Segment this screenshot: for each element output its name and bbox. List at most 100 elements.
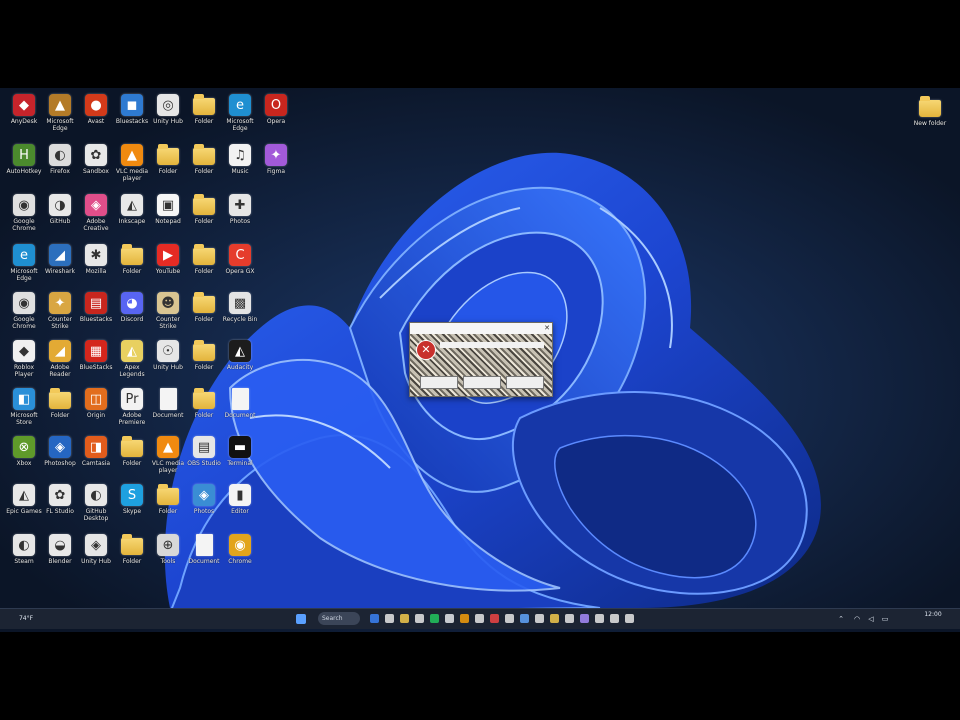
desktop-icon[interactable]: ◉ Chrome bbox=[222, 532, 258, 576]
desktop-icon[interactable]: O Opera bbox=[258, 92, 294, 136]
taskbar-app-icon[interactable] bbox=[490, 614, 499, 623]
desktop-icon[interactable]: ☻ Counter Strike bbox=[150, 290, 186, 334]
desktop-icon[interactable]: Folder bbox=[42, 386, 78, 430]
desktop-icon[interactable]: ◐ Steam bbox=[6, 532, 42, 576]
taskbar-app-icon[interactable] bbox=[400, 614, 409, 623]
desktop-icon[interactable]: Folder bbox=[186, 386, 222, 430]
desktop-icon[interactable]: ▩ Recycle Bin bbox=[222, 290, 258, 334]
desktop-icon[interactable]: Folder bbox=[186, 92, 222, 136]
desktop-icon[interactable]: ⊕ Tools bbox=[150, 532, 186, 576]
desktop-icon[interactable]: ✚ Photos bbox=[222, 192, 258, 236]
desktop-icon[interactable]: ◕ Discord bbox=[114, 290, 150, 334]
taskbar-app-icon[interactable] bbox=[595, 614, 604, 623]
taskbar-app-icon[interactable] bbox=[415, 614, 424, 623]
desktop-icon[interactable]: ✦ Counter Strike bbox=[42, 290, 78, 334]
desktop-icon[interactable]: ⊗ Xbox bbox=[6, 434, 42, 478]
desktop-icon[interactable]: ◒ Blender bbox=[42, 532, 78, 576]
desktop-icon[interactable]: ◑ GitHub bbox=[42, 192, 78, 236]
desktop-icon[interactable]: H AutoHotkey bbox=[6, 142, 42, 186]
dialog-button-3[interactable] bbox=[506, 376, 544, 389]
wifi-icon[interactable]: ◠ bbox=[852, 613, 862, 625]
desktop-icon[interactable]: Document bbox=[222, 386, 258, 430]
desktop-icon[interactable]: ● Avast bbox=[78, 92, 114, 136]
desktop-icon[interactable]: e Microsoft Edge bbox=[222, 92, 258, 136]
desktop-icon[interactable]: ◈ Photos bbox=[186, 482, 222, 526]
desktop-icon[interactable]: ✿ FL Studio bbox=[42, 482, 78, 526]
desktop-icon[interactable]: ▶ YouTube bbox=[150, 242, 186, 286]
taskbar-app-icon[interactable] bbox=[610, 614, 619, 623]
desktop-icon[interactable]: Folder bbox=[114, 434, 150, 478]
desktop-icon[interactable]: ✿ Sandbox bbox=[78, 142, 114, 186]
tray-clock[interactable]: 12:00 bbox=[918, 612, 948, 624]
desktop-icon[interactable]: ◨ Camtasia bbox=[78, 434, 114, 478]
desktop-icon[interactable]: Folder bbox=[186, 290, 222, 334]
desktop-icon[interactable]: Folder bbox=[150, 482, 186, 526]
desktop-icon[interactable]: ♫ Music bbox=[222, 142, 258, 186]
desktop-icon[interactable]: Folder bbox=[150, 142, 186, 186]
desktop-icon[interactable]: Folder bbox=[186, 338, 222, 382]
desktop-icon[interactable]: ◭ Inkscape bbox=[114, 192, 150, 236]
chevron-up-icon[interactable]: ⌃ bbox=[836, 613, 846, 625]
desktop-icon[interactable]: ◆ AnyDesk bbox=[6, 92, 42, 136]
taskbar-app-icon[interactable] bbox=[580, 614, 589, 623]
desktop-icon[interactable]: e Microsoft Edge bbox=[6, 242, 42, 286]
desktop-icon[interactable]: Document bbox=[150, 386, 186, 430]
desktop-icon[interactable]: ◭ Audacity bbox=[222, 338, 258, 382]
taskbar-app-icon[interactable] bbox=[625, 614, 634, 623]
desktop-icon[interactable]: C Opera GX bbox=[222, 242, 258, 286]
desktop-icon[interactable]: ✦ Figma bbox=[258, 142, 294, 186]
desktop-icon[interactable]: ◆ Roblox Player bbox=[6, 338, 42, 382]
taskbar-app-icon[interactable] bbox=[460, 614, 469, 623]
desktop-icon[interactable]: ☉ Unity Hub bbox=[150, 338, 186, 382]
desktop-icon[interactable]: ◢ Adobe Reader bbox=[42, 338, 78, 382]
desktop-icon[interactable]: S Skype bbox=[114, 482, 150, 526]
weather-widget[interactable]: 74°F bbox=[8, 613, 44, 625]
desktop-icon[interactable]: ▣ Notepad bbox=[150, 192, 186, 236]
taskbar-app-icon[interactable] bbox=[505, 614, 514, 623]
desktop-icon[interactable]: ▬ Terminal bbox=[222, 434, 258, 478]
taskbar-app-icon[interactable] bbox=[370, 614, 379, 623]
desktop-icon-new-folder[interactable]: New folder bbox=[912, 94, 948, 138]
desktop-icon[interactable]: ◭ Apex Legends bbox=[114, 338, 150, 382]
dialog-button-2[interactable] bbox=[463, 376, 501, 389]
desktop-icon[interactable]: ◉ Google Chrome bbox=[6, 192, 42, 236]
desktop-icon[interactable]: ◐ Firefox bbox=[42, 142, 78, 186]
desktop-icon[interactable]: ◈ Unity Hub bbox=[78, 532, 114, 576]
desktop-icon[interactable]: Folder bbox=[186, 192, 222, 236]
desktop-icon[interactable]: Folder bbox=[186, 142, 222, 186]
desktop-icon[interactable]: ▤ Bluestacks bbox=[78, 290, 114, 334]
desktop-icon[interactable]: ◈ Photoshop bbox=[42, 434, 78, 478]
desktop-icon[interactable]: ▲ VLC media player bbox=[150, 434, 186, 478]
battery-icon[interactable]: ▭ bbox=[880, 613, 890, 625]
desktop-icon[interactable]: ◎ Unity Hub bbox=[150, 92, 186, 136]
dialog-titlebar[interactable]: ✕ bbox=[410, 323, 552, 334]
taskbar-app-icon[interactable] bbox=[535, 614, 544, 623]
taskbar-app-icon[interactable] bbox=[430, 614, 439, 623]
desktop-icon[interactable]: ▲ Microsoft Edge bbox=[42, 92, 78, 136]
desktop-icon[interactable]: ◫ Origin bbox=[78, 386, 114, 430]
taskbar-app-icon[interactable] bbox=[385, 614, 394, 623]
taskbar-app-icon[interactable] bbox=[475, 614, 484, 623]
desktop-icon[interactable]: Document bbox=[186, 532, 222, 576]
desktop-icon[interactable]: ▲ VLC media player bbox=[114, 142, 150, 186]
desktop-icon[interactable]: Folder bbox=[114, 532, 150, 576]
taskbar-app-icon[interactable] bbox=[520, 614, 529, 623]
desktop-icon[interactable]: ▮ Editor bbox=[222, 482, 258, 526]
desktop-icon[interactable]: ◢ Wireshark bbox=[42, 242, 78, 286]
desktop-icon[interactable]: ◧ Microsoft Store bbox=[6, 386, 42, 430]
desktop-icon[interactable]: Folder bbox=[114, 242, 150, 286]
taskbar-app-icon[interactable] bbox=[445, 614, 454, 623]
search-input[interactable]: Search bbox=[318, 612, 360, 625]
taskbar-app-icon[interactable] bbox=[565, 614, 574, 623]
desktop-icon[interactable]: ◐ GitHub Desktop bbox=[78, 482, 114, 526]
close-icon[interactable]: ✕ bbox=[544, 323, 550, 334]
desktop-icon[interactable]: ▦ BlueStacks bbox=[78, 338, 114, 382]
desktop-icon[interactable]: ◈ Adobe Creative bbox=[78, 192, 114, 236]
desktop-icon[interactable]: ◉ Google Chrome bbox=[6, 290, 42, 334]
taskbar-app-icon[interactable] bbox=[550, 614, 559, 623]
start-icon[interactable] bbox=[296, 614, 306, 624]
desktop-icon[interactable]: ▤ OBS Studio bbox=[186, 434, 222, 478]
volume-icon[interactable]: ◁ bbox=[866, 613, 876, 625]
dialog-button-1[interactable] bbox=[420, 376, 458, 389]
desktop-icon[interactable]: ◼ Bluestacks bbox=[114, 92, 150, 136]
